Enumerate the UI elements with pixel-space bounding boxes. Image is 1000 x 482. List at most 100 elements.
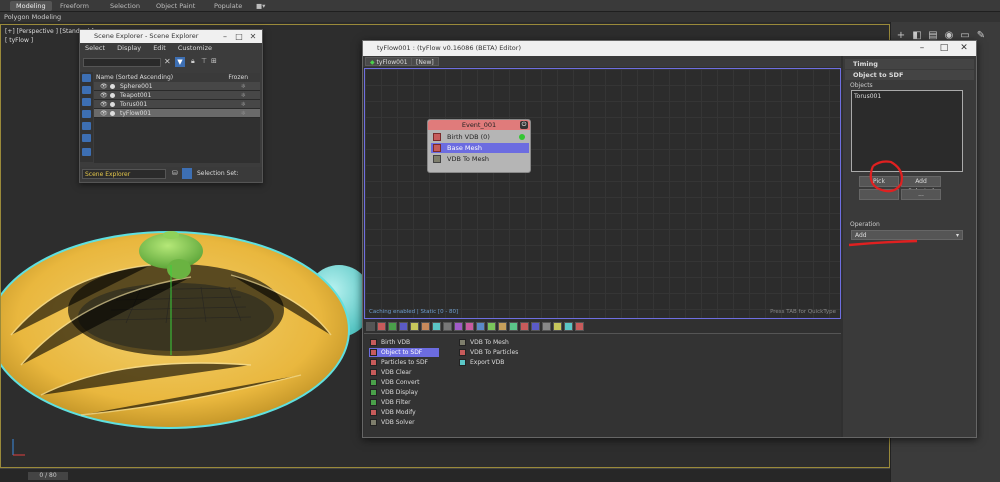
operator-base-mesh[interactable]: Base Mesh [431,143,529,153]
list-item[interactable]: 👁︎ Teapot001 ❄︎ [94,91,260,100]
layer-icon[interactable]: ⊞ [211,57,217,65]
scene-explorer-filter-bar [80,72,93,162]
category-shape-icon[interactable] [388,322,397,331]
depot-vdb-clear[interactable]: VDB Clear [369,368,411,377]
depot-object-to-sdf[interactable]: Object to SDF [369,348,439,357]
depot-vdb-solver[interactable]: VDB Solver [369,418,415,427]
menu-customize[interactable]: Customize [173,44,217,52]
menu-display[interactable]: Display [112,44,146,52]
filter-spacewarps-button[interactable] [82,134,91,142]
minimize-icon[interactable]: – [218,30,232,43]
maximize-icon[interactable]: □ [232,30,246,43]
tab-populate[interactable]: Populate [208,1,248,11]
column-header[interactable]: Name (Sorted Ascending) Frozen [94,73,260,82]
lock-icon[interactable]: 🔒︎ [191,57,195,66]
ribbon-options-icon[interactable]: ■▾ [250,1,271,11]
category-script-icon[interactable] [564,322,573,331]
eye-icon[interactable]: 👁︎ [100,100,108,109]
category-utility-icon[interactable] [542,322,551,331]
red-annotation-marks [848,160,918,247]
depot-export-vdb[interactable]: Export VDB [458,358,504,367]
eye-icon[interactable]: 👁︎ [100,91,108,100]
clear-search-icon[interactable]: ✕ [164,57,171,66]
output-connector-icon[interactable] [519,134,525,140]
filter-shapes-button[interactable] [82,86,91,94]
tab-freeform[interactable]: Freeform [54,1,95,11]
ribbon-sub-label: Polygon Modeling [0,12,1000,22]
depot-vdb-filter[interactable]: VDB Filter [369,398,411,407]
category-position-icon[interactable] [443,322,452,331]
category-force-icon[interactable] [410,322,419,331]
depot-vdb-convert[interactable]: VDB Convert [369,378,419,387]
eye-icon[interactable]: 👁︎ [100,109,108,118]
event-toggle-icon[interactable]: ⏻ [520,121,528,129]
close-icon[interactable]: ✕ [246,30,260,43]
maximize-icon[interactable]: □ [934,41,954,55]
freeze-icon[interactable]: ❄︎ [241,82,246,91]
category-display-icon[interactable] [399,322,408,331]
depot-birth-vdb[interactable]: Birth VDB [369,338,410,347]
category-material-icon[interactable] [454,322,463,331]
filter-lights-button[interactable] [82,98,91,106]
category-mapping-icon[interactable] [465,322,474,331]
close-icon[interactable]: ✕ [954,41,974,55]
scene-object-list: Name (Sorted Ascending) Frozen 👁︎ Sphere… [94,73,260,163]
list-item[interactable]: 👁︎ Torus001 ❄︎ [94,100,260,109]
category-test-icon[interactable] [487,322,496,331]
filter-helpers-button[interactable] [82,122,91,130]
category-cloth-icon[interactable] [509,322,518,331]
frozen-column-header[interactable]: Frozen [228,73,248,82]
selection-set-icon[interactable] [182,168,192,179]
freeze-icon[interactable]: ❄︎ [241,91,246,100]
depot-vdb-display[interactable]: VDB Display [369,388,418,397]
tab-modeling[interactable]: Modeling [10,1,52,11]
scene-explorer-titlebar[interactable]: Scene Explorer - Scene Explorer – □ ✕ [80,30,262,43]
depot-particles-to-sdf[interactable]: Particles to SDF [369,358,428,367]
category-extra-icon[interactable] [575,322,584,331]
operator-birth-vdb[interactable]: Birth VDB (0) [431,132,529,142]
category-misc-icon[interactable] [553,322,562,331]
category-vdb-icon[interactable] [531,322,540,331]
menu-edit[interactable]: Edit [148,44,171,52]
tab-new[interactable]: [New] [411,57,439,66]
category-birth-icon[interactable] [377,322,386,331]
depot-vdb-to-particles[interactable]: VDB To Particles [458,348,518,357]
filter-cameras-button[interactable] [82,110,91,118]
category-mesh-icon[interactable] [476,322,485,331]
name-column-header[interactable]: Name (Sorted Ascending) [96,74,173,81]
tab-object-paint[interactable]: Object Paint [150,1,201,11]
menu-select[interactable]: Select [80,44,110,52]
depot-vdb-modify[interactable]: VDB Modify [369,408,416,417]
hierarchy-tree-icon[interactable]: ⊤ [201,57,207,65]
filter-icon[interactable]: ▼ [175,57,185,67]
operator-vdb-to-mesh[interactable]: VDB To Mesh [431,154,529,164]
vdb-to-mesh-icon [433,155,441,163]
event-node[interactable]: Event_001 ⏻ Birth VDB (0) Base Mesh VDB … [427,119,531,173]
flow-canvas[interactable]: Event_001 ⏻ Birth VDB (0) Base Mesh VDB … [364,68,841,319]
filter-geometry-button[interactable] [82,74,91,82]
freeze-icon[interactable]: ❄︎ [241,109,246,118]
minimize-icon[interactable]: – [912,41,932,55]
list-item[interactable]: 👁︎ Sphere001 ❄︎ [94,82,260,91]
timeline[interactable]: 0 / 80 [0,468,890,482]
scene-explorer-footer: Scene Explorer ⛁ Selection Set: [80,167,262,181]
freeze-icon[interactable]: ❄︎ [241,100,246,109]
filter-all-button[interactable] [82,148,91,156]
search-input[interactable] [83,58,161,67]
category-speed-icon[interactable] [421,322,430,331]
category-all-icon[interactable] [366,322,375,331]
eye-icon[interactable]: 👁︎ [100,82,108,91]
tab-selection[interactable]: Selection [104,1,146,11]
event-header[interactable]: Event_001 ⏻ [428,120,530,130]
tyflow-titlebar[interactable]: tyFlow001 : (tyFlow v0.16086 (BETA) Edit… [363,41,976,56]
quicktype-hint: Press TAB for QuickType [770,309,836,315]
layers-icon[interactable]: ⛁ [172,169,178,177]
category-spin-icon[interactable] [432,322,441,331]
category-solver-icon[interactable] [498,322,507,331]
frame-slider[interactable]: 0 / 80 [28,472,68,480]
depot-vdb-to-mesh[interactable]: VDB To Mesh [458,338,509,347]
category-export-icon[interactable] [520,322,529,331]
list-item-selected[interactable]: 👁︎ tyFlow001 ❄︎ [94,109,260,118]
tab-tyflow001[interactable]: ◆ tyFlow001 [365,57,413,66]
explorer-dropdown[interactable]: Scene Explorer [82,169,166,179]
